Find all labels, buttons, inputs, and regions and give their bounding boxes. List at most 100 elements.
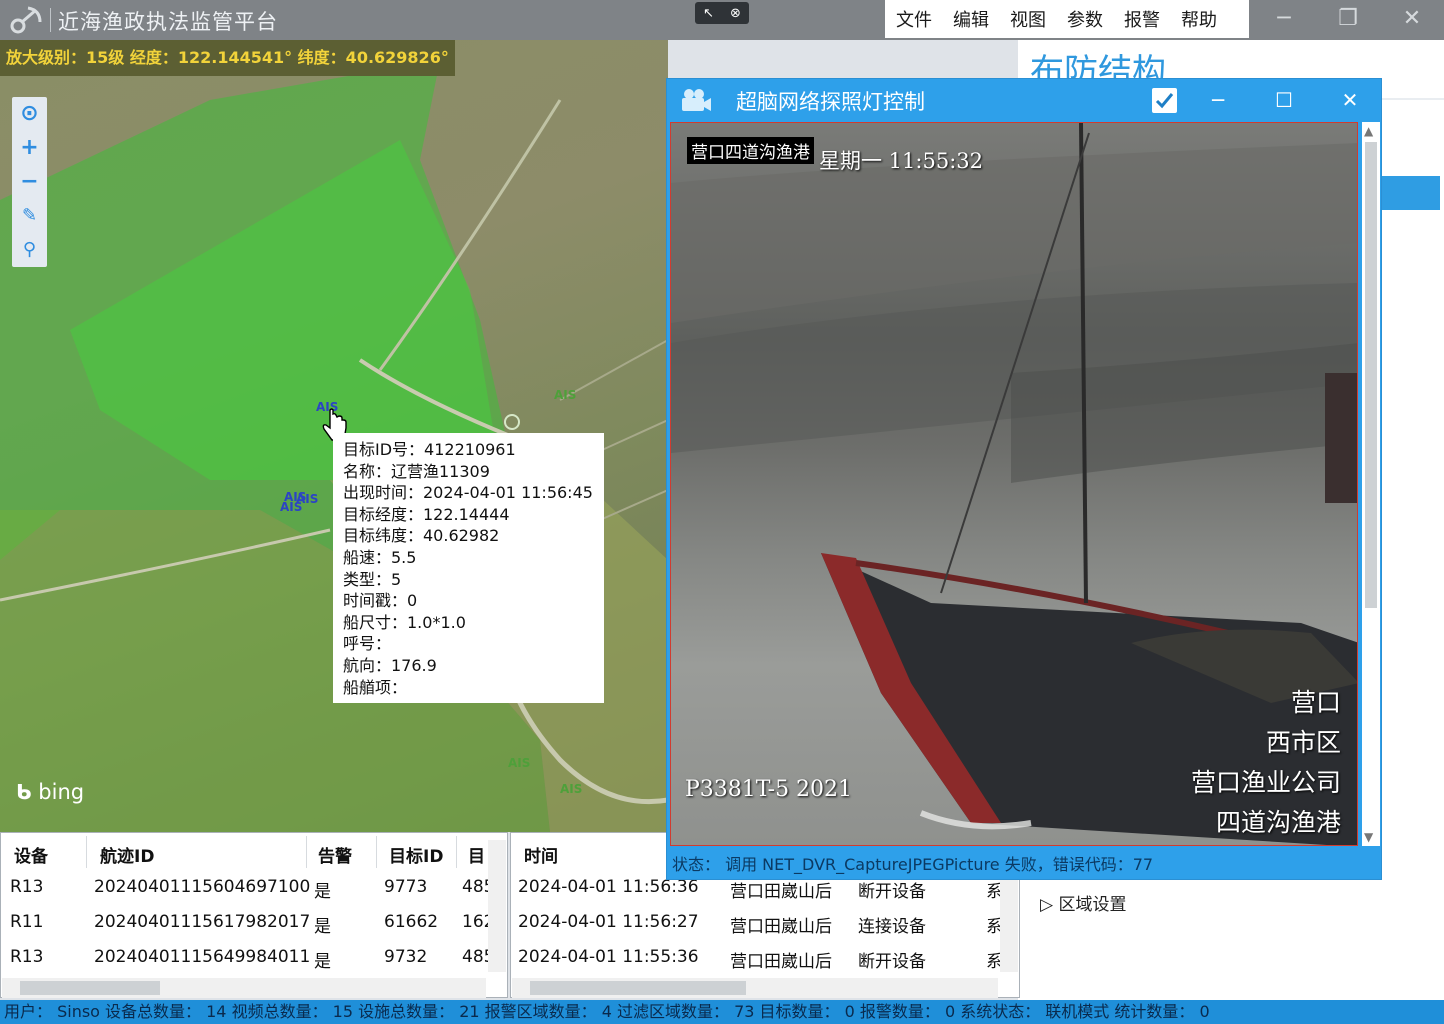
table-cell[interactable]: 2024-04-01 11:55:36 — [518, 947, 699, 967]
cursor-icon[interactable]: ↖ — [703, 6, 714, 21]
col-header-track-id[interactable]: 航迹ID — [100, 842, 154, 867]
zoom-in-icon[interactable]: + — [12, 131, 47, 165]
table-cell[interactable]: 是 — [314, 877, 331, 902]
tooltip-ship-size: 船尺寸：1.0*1.0 — [343, 612, 466, 632]
col-header-more[interactable]: 目 — [468, 842, 485, 867]
col-divider — [456, 836, 457, 868]
table-cell[interactable]: 20240401115604697100 — [94, 877, 310, 897]
dialog-status: 状态： 调用 NET_DVR_CaptureJPEGPicture 失败，错误代… — [672, 855, 1154, 874]
tooltip-timestamp: 时间戳：0 — [343, 591, 418, 611]
table-cell[interactable]: 2024-04-01 11:56:36 — [518, 877, 699, 897]
check-icon — [1155, 93, 1174, 109]
tooltip-bow: 船艏项： — [343, 677, 408, 697]
ais-marker[interactable]: AIS — [508, 756, 530, 770]
video-vscroll-thumb[interactable] — [1365, 142, 1377, 608]
app-logo-icon — [10, 6, 42, 34]
dialog-close-button[interactable]: ✕ — [1328, 82, 1372, 118]
bing-label: bing — [38, 780, 85, 804]
table-cell[interactable]: 20240401115649984011 — [94, 947, 310, 967]
menu-alarm[interactable]: 报警 — [1113, 6, 1170, 32]
tooltip-type: 类型：5 — [343, 569, 402, 589]
menu-help[interactable]: 帮助 — [1170, 6, 1227, 32]
ruler-icon[interactable]: ✎ — [12, 199, 47, 233]
col-header-device[interactable]: 设备 — [14, 842, 48, 867]
title-separator — [50, 8, 51, 32]
track-table-vscroll[interactable] — [488, 840, 506, 972]
checkbox[interactable] — [1152, 88, 1177, 113]
minimize-button[interactable]: ─ — [1252, 0, 1316, 38]
col-header-time[interactable]: 时间 — [524, 842, 558, 867]
col-header-target-id[interactable]: 目标ID — [389, 842, 443, 867]
table-cell[interactable]: R13 — [10, 947, 43, 967]
menu-params[interactable]: 参数 — [1056, 6, 1113, 32]
osd-location: 营口四道沟渔港 — [687, 137, 814, 164]
menu-view[interactable]: 视图 — [999, 6, 1056, 32]
coordinate-readout: 放大级别：15级 经度：122.144541° 纬度：40.629826° — [0, 40, 455, 76]
pin-icon[interactable]: ⚲ — [12, 233, 47, 267]
close-capture-icon[interactable]: ⊗ — [730, 6, 741, 21]
table-cell[interactable]: 连接设备 — [858, 912, 926, 937]
region-settings-label: 区域设置 — [1058, 895, 1127, 915]
col-divider — [86, 836, 87, 868]
dialog-title: 超脑网络探照灯控制 — [736, 90, 925, 114]
osd-line: 西市区 — [1265, 728, 1341, 757]
ais-marker[interactable]: AIS — [554, 388, 576, 402]
target-info-tooltip: 目标ID号：412210961 名称：辽营渔11309 出现时间：2024-04… — [333, 433, 604, 703]
camera-video-feed[interactable]: 营口四道沟渔港 星期一 11:55:32 P3381T-5 2021 营口 西市… — [670, 122, 1358, 846]
menu-bar: 文件 编辑 视图 参数 报警 帮助 — [885, 0, 1249, 38]
table-cell[interactable]: 营口田崴山后 — [730, 877, 832, 902]
col-header-alarm[interactable]: 告警 — [318, 842, 352, 867]
tooltip-name: 名称：辽营渔11309 — [343, 461, 490, 481]
table-cell[interactable]: 是 — [314, 912, 331, 937]
tooltip-longitude: 目标经度：122.14444 — [343, 504, 510, 524]
table-cell[interactable]: R11 — [10, 912, 43, 932]
app-title: 近海渔政执法监管平台 — [58, 10, 278, 34]
panel-selected-item[interactable] — [1380, 176, 1440, 210]
scroll-down-icon[interactable]: ▼ — [1364, 830, 1373, 844]
table-cell[interactable]: 营口田崴山后 — [730, 912, 832, 937]
table-cell[interactable]: 营口田崴山后 — [730, 947, 832, 972]
table-cell[interactable]: 61662 — [384, 912, 438, 932]
menu-edit[interactable]: 编辑 — [942, 6, 999, 32]
close-button[interactable]: ✕ — [1380, 0, 1444, 38]
osd-hull-text: P3381T-5 2021 — [685, 777, 853, 802]
track-table-hscroll-thumb[interactable] — [20, 981, 160, 995]
table-cell[interactable]: 9773 — [384, 877, 427, 897]
tooltip-callsign: 呼号： — [343, 634, 392, 654]
restore-button[interactable]: ❐ — [1316, 0, 1380, 38]
table-cell[interactable]: R13 — [10, 877, 43, 897]
osd-line: 四道沟渔港 — [1215, 808, 1341, 837]
dialog-minimize-button[interactable]: ─ — [1196, 82, 1240, 118]
table-cell[interactable]: 断开设备 — [858, 877, 926, 902]
ais-marker[interactable]: AIS — [280, 500, 302, 514]
osd-overlay: 营口 西市区 营口渔业公司 四道沟渔港 — [1191, 683, 1341, 843]
locate-icon[interactable]: ⊙ — [12, 97, 47, 131]
event-table-hscroll-thumb[interactable] — [530, 981, 746, 995]
tree-item-region-settings[interactable]: ▷ 区域设置 — [1040, 890, 1126, 915]
capture-toolbar[interactable]: ↖ ⊗ — [695, 2, 749, 24]
status-bar: 用户： Sinso 设备总数量： 14 视频总数量： 15 设施总数量： 21 … — [0, 1000, 1444, 1024]
tooltip-target-id: 目标ID号：412210961 — [343, 440, 516, 459]
osd-line: 营口 — [1290, 688, 1341, 717]
table-cell[interactable]: 2024-04-01 11:56:27 — [518, 912, 699, 932]
scroll-up-icon[interactable]: ▲ — [1364, 124, 1373, 138]
table-cell[interactable]: 9732 — [384, 947, 427, 967]
tooltip-appear-time: 出现时间：2024-04-01 11:56:45 — [343, 483, 593, 503]
menu-file[interactable]: 文件 — [885, 6, 942, 32]
table-cell[interactable]: 是 — [314, 947, 331, 972]
col-divider — [306, 836, 307, 868]
bing-logo-icon: ᑲ — [16, 780, 32, 804]
table-cell[interactable]: 20240401115617982017 — [94, 912, 310, 932]
zoom-out-icon[interactable]: − — [12, 165, 47, 199]
tooltip-speed: 船速：5.5 — [343, 547, 417, 567]
tooltip-latitude: 目标纬度：40.62982 — [343, 526, 500, 546]
expand-arrow-icon[interactable]: ▷ — [1040, 895, 1053, 915]
osd-line: 营口渔业公司 — [1190, 768, 1341, 797]
map-toolbar: ⊙ + − ✎ ⚲ — [12, 97, 47, 267]
table-cell[interactable]: 断开设备 — [858, 947, 926, 972]
col-divider — [376, 836, 377, 868]
tooltip-heading: 航向：176.9 — [343, 655, 437, 675]
video-camera-icon — [682, 89, 711, 111]
dialog-maximize-button[interactable]: ☐ — [1262, 82, 1306, 118]
ais-marker[interactable]: AIS — [560, 782, 582, 796]
